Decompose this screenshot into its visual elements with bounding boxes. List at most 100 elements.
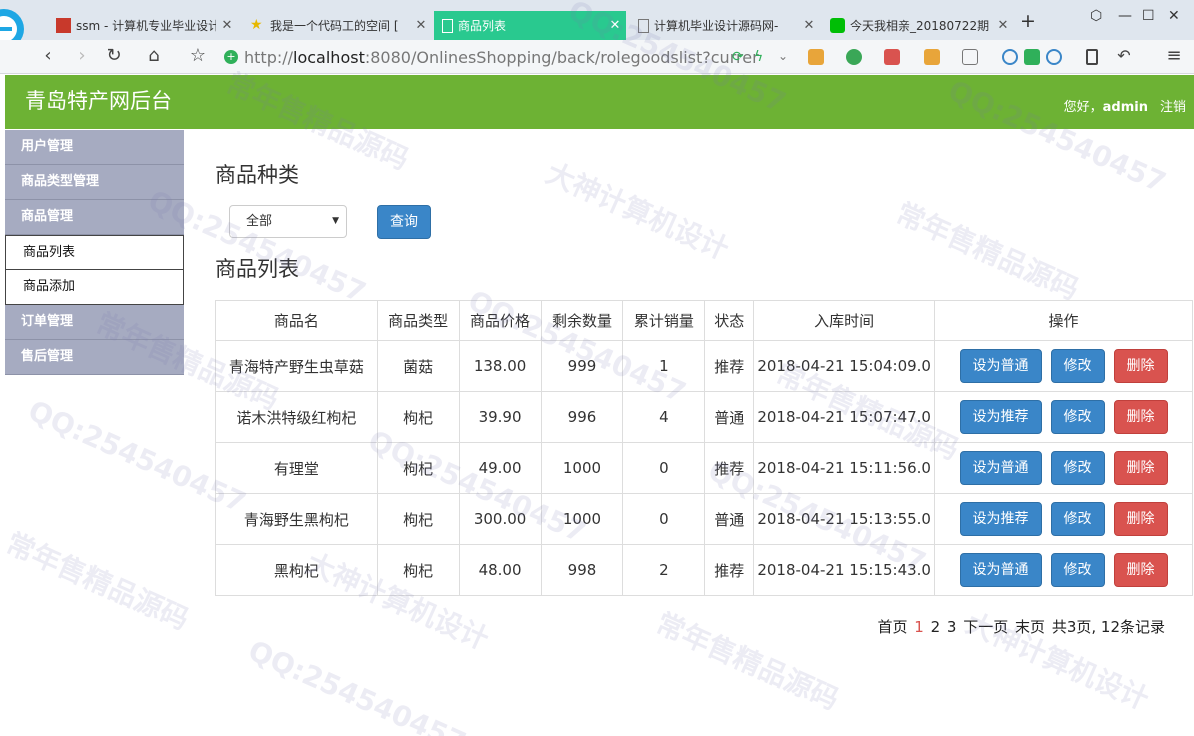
url-input[interactable]: + http://localhost:8080/OnlinesShopping/… (224, 44, 772, 70)
home-icon[interactable]: ⌂ (142, 45, 166, 66)
delete-button[interactable]: 删除 (1113, 502, 1168, 536)
tab-goods-list[interactable]: 商品列表 ✕ (434, 11, 626, 40)
delete-button[interactable]: 删除 (1113, 400, 1168, 434)
cell-stock: 999 (540, 340, 624, 392)
maximize-icon[interactable]: ☐ (1142, 8, 1155, 24)
bookmark-star-icon[interactable]: ☆ (186, 45, 210, 66)
column-header: 剩余数量 (540, 300, 624, 341)
cell-type: 枸杞 (376, 442, 460, 494)
column-header: 累计销量 (622, 300, 706, 341)
minus-circle-icon[interactable] (1046, 49, 1062, 65)
category-select[interactable]: 全部 ▼ (229, 205, 347, 238)
reader-icon[interactable] (1024, 49, 1040, 65)
edit-button[interactable]: 修改 (1050, 400, 1105, 434)
tab-source-site[interactable]: 计算机毕业设计源码网- ✕ (630, 11, 820, 40)
sidebar: 用户管理 商品类型管理 商品管理 商品列表 商品添加 订单管理 售后管理 (5, 130, 184, 375)
sidebar-item-orders[interactable]: 订单管理 (5, 305, 184, 340)
edit-button[interactable]: 修改 (1050, 502, 1105, 536)
shield-ext-icon[interactable] (846, 49, 862, 65)
menu-icon[interactable]: ≡ (1162, 45, 1186, 66)
sidebar-item-users[interactable]: 用户管理 (5, 130, 184, 165)
cell-time: 2018-04-21 15:11:56.0 (753, 442, 936, 494)
last-page-link[interactable]: 末页 (1015, 618, 1045, 636)
delete-button[interactable]: 删除 (1113, 553, 1168, 587)
secure-shield-icon: + (224, 50, 238, 64)
back-icon[interactable]: ‹ (36, 45, 60, 66)
apps-icon[interactable] (808, 49, 824, 65)
watermark: 常年售精品源码 (1, 526, 194, 637)
edit-button[interactable]: 修改 (1050, 451, 1105, 485)
forward-icon[interactable]: › (70, 45, 94, 66)
cell-stock: 996 (540, 391, 624, 443)
note-icon[interactable] (924, 49, 940, 65)
cell-type: 枸杞 (376, 544, 460, 596)
close-icon[interactable]: ✕ (216, 18, 238, 33)
filter-title: 商品种类 (215, 163, 299, 187)
sidebar-item-after-sales[interactable]: 售后管理 (5, 340, 184, 375)
sidebar-subitem-goods-add[interactable]: 商品添加 (5, 270, 184, 305)
watermark: 常年售精品源码 (651, 606, 844, 717)
page-link[interactable]: 3 (947, 618, 957, 636)
sidebar-item-goods[interactable]: 商品管理 (5, 200, 184, 235)
sidebar-item-goods-types[interactable]: 商品类型管理 (5, 165, 184, 200)
refresh-green-icon[interactable]: ⟳ (732, 49, 748, 65)
chevron-down-icon[interactable]: ⌄ (778, 49, 794, 65)
pdf-icon[interactable] (884, 49, 900, 65)
page-link[interactable]: 2 (931, 618, 941, 636)
undo-icon[interactable]: ↶ (1112, 46, 1136, 65)
edit-button[interactable]: 修改 (1050, 553, 1105, 587)
sidebar-subitem-goods-list[interactable]: 商品列表 (5, 235, 184, 270)
page-favicon-icon (638, 18, 649, 33)
toggle-recommend-button[interactable]: 设为普通 (959, 553, 1042, 587)
delete-button[interactable]: 删除 (1113, 451, 1168, 485)
cell-status: 推荐 (704, 442, 755, 494)
cell-time: 2018-04-21 15:07:47.0 (753, 391, 936, 443)
cell-time: 2018-04-21 15:04:09.0 (753, 340, 936, 392)
close-icon[interactable]: ✕ (604, 18, 626, 33)
cell-actions: 设为推荐 修改 删除 (934, 391, 1193, 443)
cell-actions: 设为普通 修改 删除 (934, 442, 1193, 494)
cell-actions: 设为推荐 修改 删除 (934, 493, 1193, 545)
tab-ssm[interactable]: ssm - 计算机专业毕业设计 ✕ (48, 11, 238, 40)
first-page-link[interactable]: 首页 (877, 618, 907, 636)
column-header: 操作 (934, 300, 1193, 341)
window-close-icon[interactable]: ✕ (1168, 8, 1180, 24)
next-page-link[interactable]: 下一页 (963, 618, 1008, 636)
close-icon[interactable]: ✕ (992, 18, 1014, 33)
phone-icon[interactable] (1086, 49, 1098, 65)
query-button[interactable]: 查询 (377, 205, 431, 239)
zoom-icon[interactable] (1002, 49, 1018, 65)
table-row: 青海特产野生虫草菇 菌菇 138.00 999 1 推荐 2018-04-21 … (215, 340, 1193, 392)
cell-sales: 1 (622, 340, 706, 392)
cell-stock: 998 (540, 544, 624, 596)
delete-button[interactable]: 删除 (1113, 349, 1168, 383)
edit-button[interactable]: 修改 (1050, 349, 1105, 383)
reload-icon[interactable]: ↻ (102, 45, 126, 66)
lightning-icon[interactable]: ϟ (754, 49, 770, 65)
watermark: 常年售精品源码 (891, 196, 1084, 307)
toggle-recommend-button[interactable]: 设为推荐 (959, 400, 1042, 434)
iqiyi-favicon-icon (830, 18, 845, 33)
star-favicon-icon: ★ (250, 17, 263, 33)
minimize-icon[interactable]: — (1118, 8, 1132, 24)
cell-name: 有理堂 (215, 442, 378, 494)
toggle-recommend-button[interactable]: 设为普通 (959, 451, 1042, 485)
close-icon[interactable]: ✕ (410, 18, 432, 33)
cell-sales: 0 (622, 442, 706, 494)
cell-name: 青海野生黑枸杞 (215, 493, 378, 545)
new-tab-button[interactable]: + (1020, 10, 1036, 32)
tab-blog[interactable]: ★ 我是一个代码工的空间 [ ✕ (242, 11, 432, 40)
toggle-recommend-button[interactable]: 设为推荐 (959, 502, 1042, 536)
page-link-current[interactable]: 1 (914, 618, 924, 636)
screenshot-icon[interactable] (962, 49, 978, 65)
column-header: 商品名 (215, 300, 378, 341)
cell-sales: 2 (622, 544, 706, 596)
close-icon[interactable]: ✕ (798, 18, 820, 33)
table-row: 有理堂 枸杞 49.00 1000 0 推荐 2018-04-21 15:11:… (215, 442, 1193, 494)
tab-video[interactable]: 今天我相亲_20180722期 ✕ (822, 11, 1014, 40)
skin-icon[interactable]: ⬡ (1090, 8, 1102, 24)
user-greeting: 您好，admin 注销 (1063, 100, 1186, 115)
logout-link[interactable]: 注销 (1160, 100, 1186, 115)
browser-tab-bar: ssm - 计算机专业毕业设计 ✕ ★ 我是一个代码工的空间 [ ✕ 商品列表 … (0, 0, 1194, 49)
toggle-recommend-button[interactable]: 设为普通 (959, 349, 1042, 383)
